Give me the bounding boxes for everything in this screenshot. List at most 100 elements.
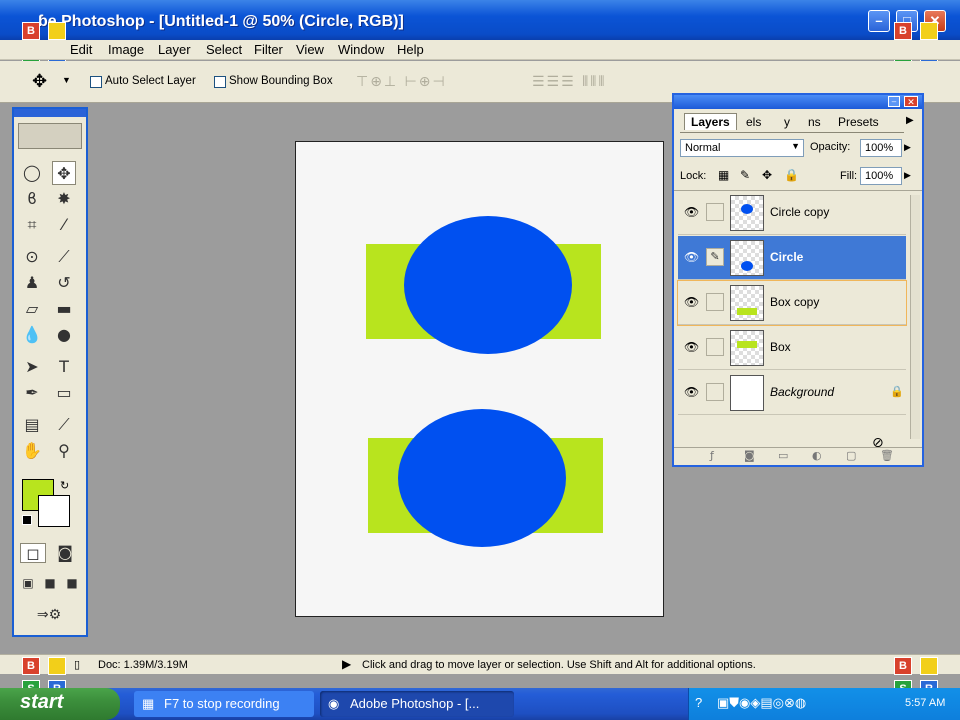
doc-size[interactable]: Doc: 1.39M/3.19M	[98, 659, 188, 671]
jump-to-imageready-icon[interactable]: ⇒⚙	[20, 603, 78, 627]
brush-link-icon[interactable]: ✎	[706, 248, 724, 266]
chevron-down-icon[interactable]: ▼	[62, 75, 71, 85]
rectangle-tool-icon[interactable]: ▭	[52, 381, 76, 405]
tray-icons[interactable]: ▣⛊◉◈▤◎⊗◍	[717, 695, 806, 711]
layers-scrollbar[interactable]	[910, 195, 920, 439]
layer-row-circle[interactable]: 👁 ✎ Circle	[678, 236, 906, 280]
layer-link-box[interactable]	[706, 338, 724, 356]
blur-tool-icon[interactable]: 💧	[20, 323, 44, 347]
trash-icon[interactable]: 🗑	[880, 449, 894, 462]
eye-icon[interactable]: 👁	[684, 205, 699, 219]
menu-filter[interactable]: Filter	[254, 42, 283, 57]
eye-icon[interactable]: 👁	[684, 295, 699, 309]
lock-label: Lock:	[680, 170, 707, 182]
path-selection-tool-icon[interactable]: ➤	[20, 355, 44, 379]
distribute-buttons[interactable]: ☰☰☰ ⦀⦀⦀	[532, 74, 607, 90]
layer-row-circle-copy[interactable]: 👁 Circle copy	[678, 191, 906, 235]
marquee-tool-icon[interactable]: ◯	[20, 161, 44, 185]
eyedropper-tool-icon[interactable]: ⟋	[52, 413, 76, 437]
gradient-tool-icon[interactable]: ▬	[52, 297, 76, 321]
tab-layers[interactable]: Layers	[684, 113, 737, 130]
new-set-icon[interactable]: ▭	[778, 449, 788, 462]
document-canvas[interactable]	[295, 141, 664, 617]
eye-icon[interactable]: 👁	[684, 250, 699, 264]
new-layer-icon[interactable]: ▢	[846, 449, 856, 462]
menu-help[interactable]: Help	[397, 42, 424, 57]
menu-view[interactable]: View	[296, 42, 324, 57]
layer-link-box[interactable]	[706, 383, 724, 401]
lock-transparency-icon[interactable]: ▦	[718, 168, 729, 182]
clone-stamp-tool-icon[interactable]: ♟	[20, 271, 44, 295]
add-mask-icon[interactable]: ◙	[744, 449, 755, 462]
photoshop-logo-icon[interactable]	[18, 123, 82, 149]
quick-mask-mode-icon[interactable]: ◙	[52, 543, 78, 563]
auto-select-checkbox[interactable]	[90, 76, 102, 88]
blend-mode-select[interactable]: Normal ▼	[680, 139, 804, 157]
move-tool-icon[interactable]: ✥	[52, 161, 76, 185]
type-tool-icon[interactable]: T	[52, 355, 76, 379]
crop-tool-icon[interactable]: ⌗	[20, 213, 44, 237]
status-arrow-icon[interactable]: ▶	[342, 657, 351, 671]
background-color-swatch[interactable]	[38, 495, 70, 527]
fill-input[interactable]: 100%	[860, 167, 902, 185]
lasso-tool-icon[interactable]: ϐ	[20, 187, 44, 211]
pen-tool-icon[interactable]: ✒	[20, 381, 44, 405]
swap-colors-icon[interactable]: ↻	[60, 479, 69, 492]
standard-mode-icon[interactable]: ◻	[20, 543, 46, 563]
notes-tool-icon[interactable]: ▤	[20, 413, 44, 437]
menu-edit[interactable]: Edit	[70, 42, 92, 57]
taskbar-item-recorder[interactable]: ▦ F7 to stop recording	[134, 691, 314, 717]
move-tool-preset-icon[interactable]: ✥	[32, 71, 47, 92]
close-palette-button[interactable]: ✕	[904, 96, 918, 107]
eye-icon[interactable]: 👁	[684, 340, 699, 354]
lock-position-icon[interactable]: ✥	[762, 168, 772, 182]
tab-actions[interactable]: ns	[808, 115, 821, 129]
taskbar-item-photoshop[interactable]: ◉ Adobe Photoshop - [...	[320, 691, 514, 717]
layer-style-icon[interactable]: ƒ	[710, 449, 714, 462]
hand-tool-icon[interactable]: ✋	[20, 439, 44, 463]
lock-icon: 🔒	[890, 385, 904, 398]
align-buttons[interactable]: ⊤⊕⊥ ⊢⊕⊣	[356, 74, 447, 90]
opacity-arrow-icon[interactable]: ▶	[904, 142, 911, 153]
dodge-tool-icon[interactable]: ●	[52, 323, 76, 347]
layer-row-background[interactable]: 👁 Background 🔒	[678, 371, 906, 415]
magic-wand-tool-icon[interactable]: ✸	[52, 187, 76, 211]
system-tray: ? ▣⛊◉◈▤◎⊗◍ 5:57 AM	[688, 688, 960, 720]
menu-window[interactable]: Window	[338, 42, 384, 57]
brush-tool-icon[interactable]: ⟋	[52, 245, 76, 269]
lock-all-icon[interactable]: 🔒	[784, 168, 799, 182]
auto-select-label: Auto Select Layer	[105, 75, 196, 87]
tab-channels[interactable]: els	[746, 115, 761, 129]
tab-history[interactable]: y	[784, 115, 790, 129]
toolbox-title	[14, 109, 86, 117]
layer-row-box[interactable]: 👁 Box	[678, 326, 906, 370]
menu-image[interactable]: Image	[108, 42, 144, 57]
default-colors-icon[interactable]	[22, 515, 32, 525]
slice-tool-icon[interactable]: ⁄	[52, 213, 76, 237]
history-brush-tool-icon[interactable]: ↺	[52, 271, 76, 295]
healing-brush-tool-icon[interactable]: ⊙	[20, 245, 44, 269]
show-bounding-box-checkbox[interactable]	[214, 76, 226, 88]
zoom-tool-icon[interactable]: ⚲	[52, 439, 76, 463]
fill-arrow-icon[interactable]: ▶	[904, 170, 911, 181]
layer-link-box[interactable]	[706, 293, 724, 311]
screen-mode-full-menu-icon[interactable]: ■	[40, 573, 60, 593]
help-icon[interactable]: ?	[695, 695, 702, 710]
adjustment-layer-icon[interactable]: ◐	[812, 449, 822, 462]
start-button[interactable]: start	[0, 688, 120, 720]
eraser-tool-icon[interactable]: ▱	[20, 297, 44, 321]
menu-select[interactable]: Select	[206, 42, 242, 57]
layer-thumbnail	[730, 375, 764, 411]
minimize-palette-button[interactable]: –	[888, 96, 900, 107]
opacity-input[interactable]: 100%	[860, 139, 902, 157]
menu-layer[interactable]: Layer	[158, 42, 191, 57]
palette-menu-arrow-icon[interactable]: ▶	[906, 115, 914, 126]
minimize-button[interactable]: –	[868, 10, 890, 32]
screen-mode-standard-icon[interactable]: ▣	[18, 573, 38, 593]
eye-icon[interactable]: 👁	[684, 385, 699, 399]
layer-link-box[interactable]	[706, 203, 724, 221]
screen-mode-full-icon[interactable]: ■	[62, 573, 82, 593]
tab-tool-presets[interactable]: Presets	[838, 115, 879, 129]
lock-pixels-icon[interactable]: ✎	[740, 168, 750, 182]
layer-row-box-copy[interactable]: 👁 Box copy	[677, 280, 907, 326]
